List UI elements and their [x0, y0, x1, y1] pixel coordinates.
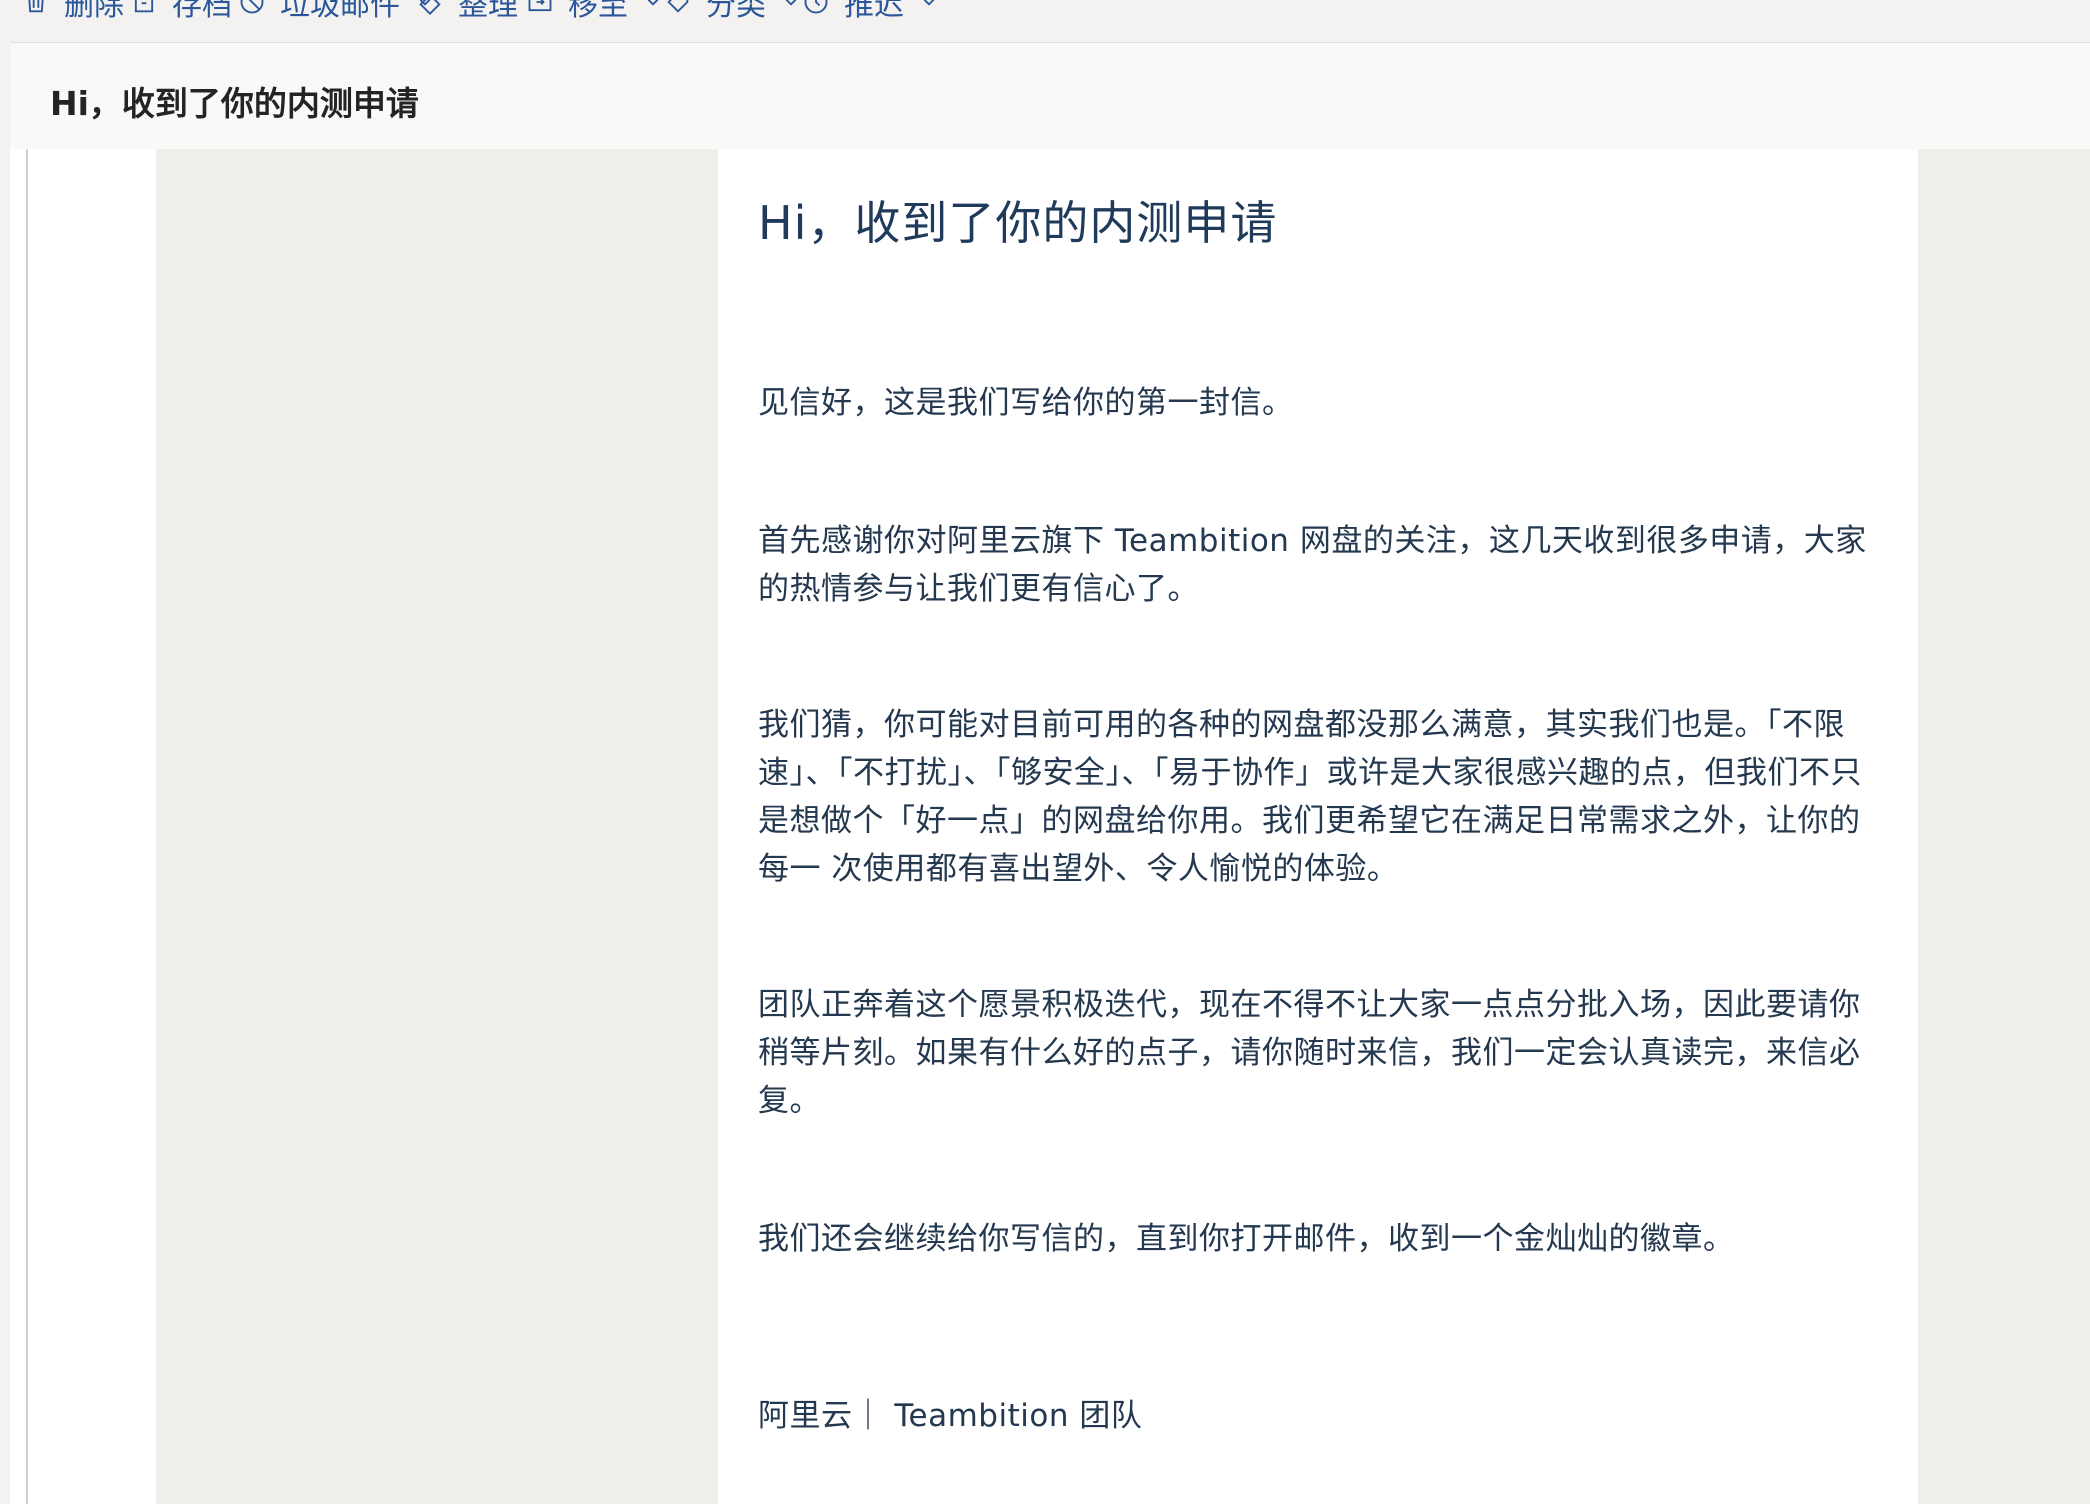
delete-button[interactable]: 删除	[22, 0, 124, 23]
message-subject: Hi，收到了你的内测申请	[50, 84, 419, 123]
junk-button-label: 垃圾邮件	[280, 0, 400, 23]
move-to-button-label: 移至	[568, 0, 628, 23]
sweep-button-label: 整理	[458, 0, 518, 23]
chevron-down-icon[interactable]	[646, 0, 660, 9]
chevron-down-icon[interactable]	[922, 0, 936, 9]
sweep-icon	[416, 0, 444, 16]
sweep-button[interactable]: 整理	[416, 0, 518, 23]
email-paragraph: 我们猜，你可能对目前可用的各种的网盘都没那么满意，其实我们也是。「不限速」、「不…	[758, 707, 1862, 887]
email-paragraph: 我们还会继续给你写信的，直到你打开邮件，收到一个金灿灿的徽章。	[758, 1221, 1735, 1257]
junk-button[interactable]: 垃圾邮件	[238, 0, 432, 23]
email-paragraph: 团队正奔着这个愿景积极迭代，现在不得不让大家一点点分批入场，因此要请你稍等片刻。…	[758, 987, 1861, 1119]
move-to-button[interactable]: 移至	[526, 0, 660, 23]
move-folder-icon	[526, 0, 554, 16]
snooze-button[interactable]: 推迟	[802, 0, 936, 23]
email-body-canvas: Hi，收到了你的内测申请 见信好，这是我们写给你的第一封信。 首先感谢你对阿里云…	[156, 149, 2090, 1504]
command-toolbar: 删除 存档 垃圾邮件 整理 移至 分类 推迟	[0, 0, 2090, 43]
email-signature: 阿里云｜ Teambition 团队	[758, 1398, 1143, 1434]
email-paragraph: 见信好，这是我们写给你的第一封信。	[758, 385, 1294, 421]
message-header: Hi，收到了你的内测申请	[10, 43, 2090, 149]
email-paragraph: 首先感谢你对阿里云旗下 Teambition 网盘的关注，这几天收到很多申请，大…	[758, 523, 1867, 607]
categorize-button-label: 分类	[706, 0, 766, 23]
email-content-card: Hi，收到了你的内测申请 见信好，这是我们写给你的第一封信。 首先感谢你对阿里云…	[718, 149, 1918, 1504]
block-icon	[238, 0, 266, 16]
archive-button-label: 存档	[172, 0, 232, 23]
email-title: Hi，收到了你的内测申请	[758, 196, 1278, 250]
pane-divider	[26, 149, 28, 1504]
delete-button-label: 删除	[64, 0, 124, 23]
categorize-button[interactable]: 分类	[664, 0, 798, 23]
chevron-down-icon[interactable]	[784, 0, 798, 9]
archive-button[interactable]: 存档	[130, 0, 232, 23]
trash-icon	[22, 0, 50, 16]
snooze-button-label: 推迟	[844, 0, 904, 23]
clock-icon	[802, 0, 830, 16]
tag-icon	[664, 0, 692, 16]
reading-pane[interactable]: Hi，收到了你的内测申请 见信好，这是我们写给你的第一封信。 首先感谢你对阿里云…	[10, 149, 2090, 1504]
archive-icon	[130, 0, 158, 16]
